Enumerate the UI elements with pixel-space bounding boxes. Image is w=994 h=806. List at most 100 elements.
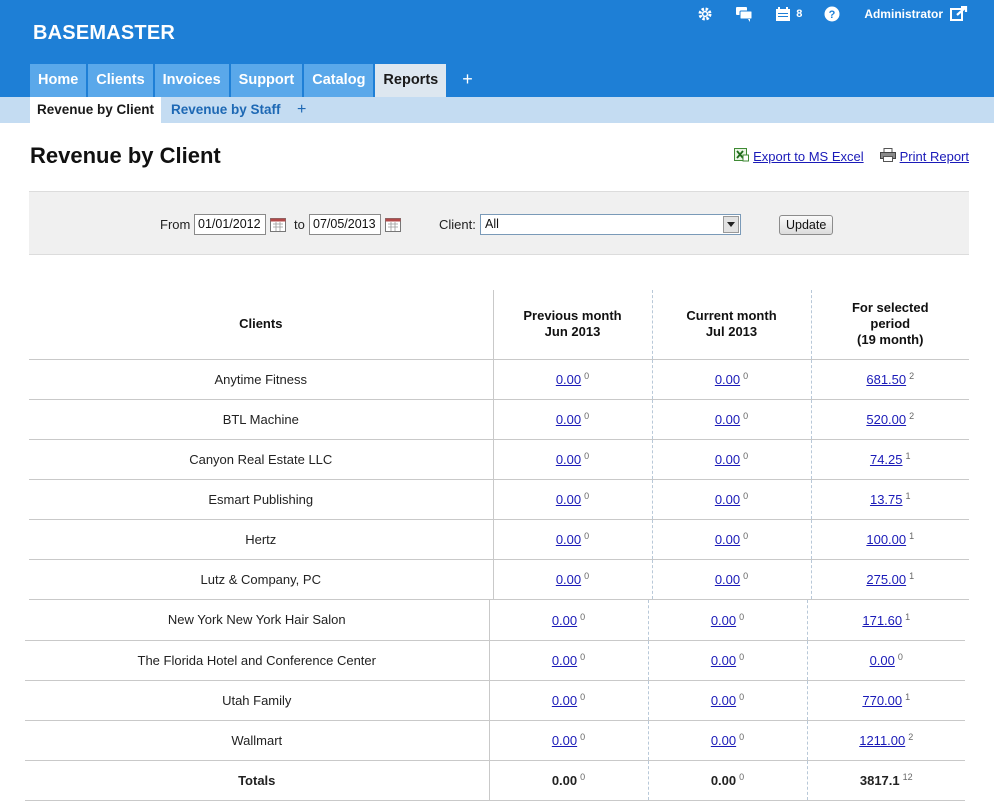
curr-month-count: 0: [739, 652, 745, 662]
client-select[interactable]: All: [480, 214, 741, 235]
prev-month-value[interactable]: 0.00: [556, 492, 581, 507]
tab-home[interactable]: Home: [30, 64, 87, 97]
prev-month-value[interactable]: 0.00: [556, 372, 581, 387]
client-name: BTL Machine: [29, 399, 494, 440]
table-row: Canyon Real Estate LLC 0.00 0 0.00 0 74.25…: [29, 439, 969, 480]
to-date-input[interactable]: 07/05/2013: [309, 214, 381, 235]
sub-nav: Revenue by Client Revenue by Staff +: [0, 97, 994, 123]
top-header: BASEMASTER 8 ? Administrator Home Client…: [0, 0, 994, 97]
client-name: Hertz: [29, 519, 494, 560]
curr-month-value[interactable]: 0.00: [711, 613, 736, 628]
curr-month-value[interactable]: 0.00: [715, 572, 740, 587]
table-row: Utah Family 0.00 0 0.00 0 770.00 1: [25, 680, 965, 721]
curr-month-value[interactable]: 0.00: [715, 412, 740, 427]
subtab-revenue-by-client[interactable]: Revenue by Client: [30, 97, 162, 123]
curr-month-value[interactable]: 0.00: [715, 532, 740, 547]
update-button[interactable]: Update: [779, 215, 834, 235]
curr-month-value[interactable]: 0.00: [715, 372, 740, 387]
tab-catalog[interactable]: Catalog: [304, 64, 374, 97]
period-value[interactable]: 520.00: [866, 412, 906, 427]
tab-invoices[interactable]: Invoices: [154, 64, 229, 97]
prev-month-value[interactable]: 0.00: [552, 693, 577, 708]
help-icon[interactable]: ?: [824, 6, 840, 22]
prev-month-count: 0: [584, 451, 590, 461]
app-brand[interactable]: BASEMASTER: [33, 22, 175, 45]
tab-reports[interactable]: Reports: [375, 64, 447, 97]
curr-month-value[interactable]: 0.00: [711, 653, 736, 668]
period-count: 1: [905, 491, 911, 501]
totals-period-count: 12: [902, 772, 913, 782]
period-value[interactable]: 0.00: [870, 653, 895, 668]
curr-month-value[interactable]: 0.00: [711, 733, 736, 748]
header-prev-line2: Jun 2013: [544, 324, 601, 340]
period-value[interactable]: 13.75: [870, 492, 903, 507]
page-title: Revenue by Client: [30, 143, 221, 168]
print-report[interactable]: Print Report: [879, 148, 969, 165]
prev-month-value[interactable]: 0.00: [556, 412, 581, 427]
curr-month-value[interactable]: 0.00: [715, 452, 740, 467]
curr-month-value[interactable]: 0.00: [711, 693, 736, 708]
user-name[interactable]: Administrator: [864, 7, 943, 21]
from-date-input[interactable]: 01/01/2012: [194, 214, 266, 235]
prev-month-value[interactable]: 0.00: [556, 532, 581, 547]
add-subtab-button[interactable]: +: [290, 97, 313, 123]
revenue-table-continued: New York New York Hair Salon 0.00 0 0.00 0…: [25, 600, 965, 801]
notification-count: 8: [796, 8, 803, 20]
table-header-row: Clients Previous month Jun 2013 Current …: [29, 290, 969, 360]
client-name: Esmart Publishing: [29, 479, 494, 520]
gear-icon[interactable]: [697, 6, 713, 22]
client-label: Client:: [439, 217, 476, 232]
period-value[interactable]: 1211.00: [859, 733, 905, 748]
from-label: From: [160, 217, 191, 232]
export-excel[interactable]: Export to MS Excel: [734, 148, 864, 165]
to-date-picker-icon[interactable]: [385, 217, 401, 235]
curr-month-count: 0: [739, 692, 745, 702]
calendar-icon[interactable]: 8: [775, 6, 803, 22]
prev-month-value[interactable]: 0.00: [556, 452, 581, 467]
tab-clients[interactable]: Clients: [88, 64, 153, 97]
prev-month-value[interactable]: 0.00: [552, 733, 577, 748]
header-curr-line1: Current month: [686, 308, 777, 324]
prev-month-value[interactable]: 0.00: [556, 572, 581, 587]
prev-month-count: 0: [584, 491, 590, 501]
period-value[interactable]: 171.60: [862, 613, 902, 628]
period-value[interactable]: 275.00: [866, 572, 906, 587]
from-date-picker-icon[interactable]: [270, 217, 286, 235]
prev-month-count: 0: [580, 692, 586, 702]
curr-month-count: 0: [743, 411, 749, 421]
table-row: Anytime Fitness 0.00 0 0.00 0 681.50 2: [29, 359, 969, 400]
totals-prev-value: 0.00: [551, 773, 578, 788]
revenue-table: Clients Previous month Jun 2013 Current …: [29, 290, 969, 600]
logout-icon[interactable]: [950, 6, 968, 22]
prev-month-value[interactable]: 0.00: [552, 613, 577, 628]
period-value[interactable]: 100.00: [866, 532, 906, 547]
report-actions: Export to MS Excel Print Report: [718, 148, 969, 165]
curr-month-count: 0: [739, 732, 745, 742]
table-row: The Florida Hotel and Conference Center …: [25, 640, 965, 681]
period-value[interactable]: 681.50: [866, 372, 906, 387]
period-value[interactable]: 770.00: [862, 693, 902, 708]
prev-month-count: 0: [584, 531, 590, 541]
table-row: New York New York Hair Salon 0.00 0 0.00 0…: [25, 600, 965, 641]
chat-icon[interactable]: [735, 6, 753, 22]
curr-month-count: 0: [743, 531, 749, 541]
period-value[interactable]: 74.25: [870, 452, 903, 467]
print-report-link[interactable]: Print Report: [900, 149, 969, 164]
add-tab-button[interactable]: +: [448, 64, 487, 97]
export-excel-link[interactable]: Export to MS Excel: [753, 149, 864, 164]
top-actions: 8 ? Administrator: [675, 4, 968, 24]
svg-text:?: ?: [829, 9, 836, 21]
tab-support[interactable]: Support: [230, 64, 303, 97]
table-row: Hertz 0.00 0 0.00 0 100.00 1: [29, 519, 969, 560]
client-name: Lutz & Company, PC: [29, 559, 494, 600]
period-count: 1: [905, 451, 911, 461]
totals-curr-value: 0.00: [710, 773, 737, 788]
client-name: Anytime Fitness: [29, 359, 494, 400]
period-count: 1: [909, 531, 915, 541]
subtab-revenue-by-staff[interactable]: Revenue by Staff: [164, 97, 288, 123]
prev-month-value[interactable]: 0.00: [552, 653, 577, 668]
curr-month-count: 0: [743, 571, 749, 581]
dropdown-arrow-icon[interactable]: [723, 216, 739, 233]
curr-month-value[interactable]: 0.00: [715, 492, 740, 507]
to-label: to: [294, 217, 305, 232]
